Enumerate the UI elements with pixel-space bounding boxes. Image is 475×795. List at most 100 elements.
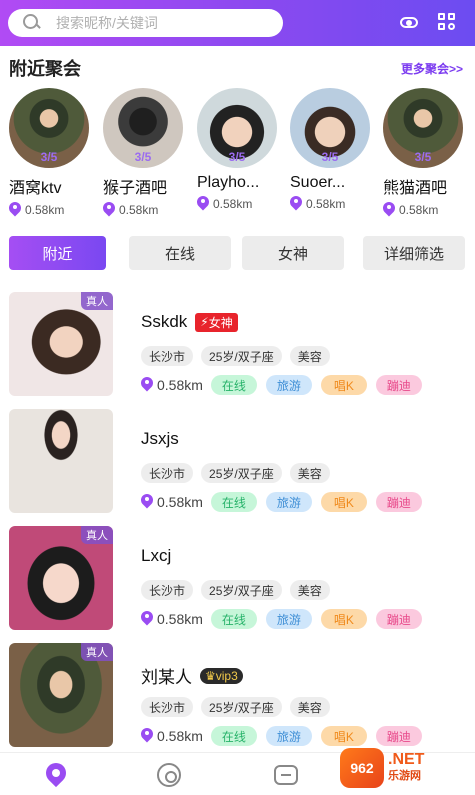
user-photo: 真人 xyxy=(9,643,113,747)
user-row[interactable]: Jsxjs 长沙市 25岁/双子座 美容 0.58km 在线 旅游 唱K 蹦迪 xyxy=(0,407,475,517)
gathering-name: Playho... xyxy=(197,174,260,191)
music-disc-icon[interactable] xyxy=(157,763,181,787)
pill-sing: 唱K xyxy=(320,609,367,629)
chat-icon[interactable] xyxy=(274,765,298,785)
pill-disco: 蹦迪 xyxy=(375,492,422,512)
gathering-avatar: 3/5 xyxy=(103,88,183,168)
location-pin-icon xyxy=(141,611,153,627)
gathering-avatar: 3/5 xyxy=(9,88,89,168)
pill-disco: 蹦迪 xyxy=(375,609,422,629)
location-pin-icon xyxy=(141,377,153,393)
tag-job: 美容 xyxy=(289,346,330,366)
section-title-nearby: 附近聚会 xyxy=(9,59,81,79)
tag-job: 美容 xyxy=(289,463,330,483)
search-input[interactable]: 搜索昵称/关键词 xyxy=(8,9,283,37)
location-icon[interactable] xyxy=(41,758,71,788)
goddess-badge: ⚡ 女神 xyxy=(195,312,238,332)
gathering-name: 酒窝ktv xyxy=(9,180,62,197)
user-meta: 0.58km 在线 旅游 唱K 蹦迪 xyxy=(141,609,431,629)
eye-icon[interactable] xyxy=(399,13,419,33)
user-meta: 0.58km 在线 旅游 唱K 蹦迪 xyxy=(141,492,431,512)
tag-city: 长沙市 xyxy=(141,463,194,483)
more-gatherings-link[interactable]: 更多聚会>> xyxy=(401,60,463,77)
member-count: 3/5 xyxy=(414,150,432,164)
user-name-line: Sskdk ⚡ 女神 xyxy=(141,312,238,332)
user-tags: 长沙市 25岁/双子座 美容 xyxy=(141,463,338,483)
verified-badge: 真人 xyxy=(81,292,113,310)
user-name: Lxcj xyxy=(141,546,172,565)
user-tags: 长沙市 25岁/双子座 美容 xyxy=(141,697,338,717)
pill-disco: 蹦迪 xyxy=(375,375,422,395)
user-distance: 0.58km xyxy=(157,494,203,510)
pill-sing: 唱K xyxy=(320,726,367,746)
top-bar: 搜索昵称/关键词 xyxy=(0,0,475,46)
search-placeholder: 搜索昵称/关键词 xyxy=(56,15,158,31)
user-name-line: Jsxjs xyxy=(141,429,179,449)
pill-online: 在线 xyxy=(210,492,257,512)
gathering-distance: 0.58km xyxy=(9,202,97,218)
pill-online: 在线 xyxy=(210,609,257,629)
gathering-item[interactable]: 3/5 Playho... 0.58km xyxy=(197,88,285,212)
user-name: 刘某人 xyxy=(141,668,192,687)
filter-bar: 附近 在线 女神 详细筛选 xyxy=(9,236,466,270)
member-count: 3/5 xyxy=(228,150,246,164)
vip-badge: ♛ vip3 xyxy=(200,667,243,684)
tag-city: 长沙市 xyxy=(141,697,194,717)
gathering-item[interactable]: 3/5 酒窝ktv 0.58km xyxy=(9,88,97,218)
gathering-item[interactable]: 3/5 熊猫酒吧 0.58km xyxy=(383,88,471,218)
user-photo xyxy=(9,409,113,513)
watermark-badge: 962 xyxy=(340,748,384,788)
tag-city: 长沙市 xyxy=(141,580,194,600)
gathering-item[interactable]: 3/5 Suoer... 0.58km xyxy=(290,88,378,212)
gathering-distance: 0.58km xyxy=(383,202,471,218)
verified-badge: 真人 xyxy=(81,526,113,544)
filter-nearby[interactable]: 附近 xyxy=(9,236,106,270)
gathering-distance: 0.58km xyxy=(290,196,378,212)
user-row[interactable]: 真人 刘某人 ♛ vip3 长沙市 25岁/双子座 美容 0.58km 在线 旅游… xyxy=(0,641,475,751)
watermark-sub: 乐游网 xyxy=(388,770,421,782)
gathering-avatar: 3/5 xyxy=(290,88,370,168)
gathering-avatar: 3/5 xyxy=(383,88,463,168)
user-distance: 0.58km xyxy=(157,611,203,627)
filter-goddess[interactable]: 女神 xyxy=(242,236,344,270)
tag-age-sign: 25岁/双子座 xyxy=(201,463,282,483)
gathering-distance: 0.58km xyxy=(197,196,285,212)
user-tags: 长沙市 25岁/双子座 美容 xyxy=(141,580,338,600)
user-name: Sskdk xyxy=(141,312,188,331)
location-pin-icon xyxy=(383,202,395,218)
watermark-logo: 962 .NET 乐游网 xyxy=(340,744,470,792)
user-photo: 真人 xyxy=(9,292,113,396)
search-icon xyxy=(22,13,42,33)
tag-city: 长沙市 xyxy=(141,346,194,366)
grid-icon[interactable] xyxy=(438,13,458,33)
pill-sing: 唱K xyxy=(320,375,367,395)
member-count: 3/5 xyxy=(321,150,339,164)
filter-advanced[interactable]: 详细筛选 xyxy=(363,236,465,270)
tag-age-sign: 25岁/双子座 xyxy=(201,346,282,366)
tag-age-sign: 25岁/双子座 xyxy=(201,580,282,600)
verified-badge: 真人 xyxy=(81,643,113,661)
member-count: 3/5 xyxy=(40,150,58,164)
gathering-name: 熊猫酒吧 xyxy=(383,180,448,197)
filter-online[interactable]: 在线 xyxy=(129,236,231,270)
user-distance: 0.58km xyxy=(157,377,203,393)
user-tags: 长沙市 25岁/双子座 美容 xyxy=(141,346,338,366)
location-pin-icon xyxy=(9,202,21,218)
location-pin-icon xyxy=(290,196,302,212)
gathering-distance: 0.58km xyxy=(103,202,191,218)
gathering-item[interactable]: 3/5 猴子酒吧 0.58km xyxy=(103,88,191,218)
gathering-name: Suoer... xyxy=(290,174,346,191)
tag-age-sign: 25岁/双子座 xyxy=(201,697,282,717)
pill-sing: 唱K xyxy=(320,492,367,512)
tag-job: 美容 xyxy=(289,580,330,600)
location-pin-icon xyxy=(197,196,209,212)
pill-travel: 旅游 xyxy=(265,609,312,629)
pill-travel: 旅游 xyxy=(265,492,312,512)
location-pin-icon xyxy=(141,728,153,744)
location-pin-icon xyxy=(141,494,153,510)
member-count: 3/5 xyxy=(134,150,152,164)
gathering-avatar: 3/5 xyxy=(197,88,277,168)
user-row[interactable]: 真人 Sskdk ⚡ 女神 长沙市 25岁/双子座 美容 0.58km 在线 旅游… xyxy=(0,290,475,400)
user-distance: 0.58km xyxy=(157,728,203,744)
user-row[interactable]: 真人 Lxcj 长沙市 25岁/双子座 美容 0.58km 在线 旅游 唱K 蹦… xyxy=(0,524,475,634)
